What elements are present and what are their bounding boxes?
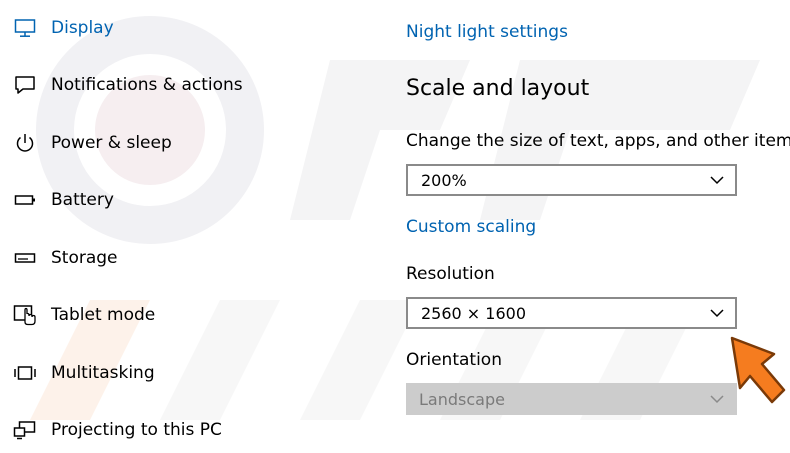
sidebar-item-label: Display xyxy=(51,18,114,38)
tablet-mode-icon xyxy=(12,302,38,328)
monitor-icon xyxy=(12,15,38,41)
battery-icon xyxy=(12,187,38,213)
resolution-label: Resolution xyxy=(406,264,495,284)
settings-window: Display Notifications & actions Power & … xyxy=(0,0,790,453)
scale-value: 200% xyxy=(421,171,467,190)
sidebar-item-display[interactable]: Display xyxy=(0,8,300,48)
orientation-value: Landscape xyxy=(419,390,505,409)
sidebar-item-battery[interactable]: Battery xyxy=(0,180,300,220)
settings-sidebar: Display Notifications & actions Power & … xyxy=(0,0,320,453)
sidebar-item-notifications[interactable]: Notifications & actions xyxy=(0,65,300,105)
chevron-down-icon xyxy=(710,176,724,185)
sidebar-item-storage[interactable]: Storage xyxy=(0,238,300,278)
sidebar-item-multitasking[interactable]: Multitasking xyxy=(0,353,300,393)
resolution-value: 2560 × 1600 xyxy=(421,304,527,323)
orientation-dropdown: Landscape xyxy=(406,383,737,415)
custom-scaling-link[interactable]: Custom scaling xyxy=(406,217,536,237)
sidebar-item-label: Tablet mode xyxy=(51,305,156,325)
orientation-label: Orientation xyxy=(406,350,502,370)
night-light-settings-link[interactable]: Night light settings xyxy=(406,22,568,42)
sidebar-item-tablet-mode[interactable]: Tablet mode xyxy=(0,295,300,335)
section-title: Scale and layout xyxy=(406,76,590,101)
scale-label: Change the size of text, apps, and other… xyxy=(406,131,790,151)
storage-icon xyxy=(12,245,38,271)
sidebar-item-label: Storage xyxy=(51,248,118,268)
resolution-dropdown[interactable]: 2560 × 1600 xyxy=(406,297,737,329)
sidebar-item-label: Power & sleep xyxy=(51,133,172,153)
scale-dropdown[interactable]: 200% xyxy=(406,164,737,196)
notification-icon xyxy=(12,72,38,98)
sidebar-item-power-sleep[interactable]: Power & sleep xyxy=(0,123,300,163)
chevron-down-icon xyxy=(710,309,724,318)
multitasking-icon xyxy=(12,360,38,386)
sidebar-item-label: Notifications & actions xyxy=(51,75,243,95)
pointer-arrow-icon xyxy=(730,336,786,404)
sidebar-item-label: Projecting to this PC xyxy=(51,420,222,440)
sidebar-item-label: Multitasking xyxy=(51,363,155,383)
power-icon xyxy=(12,130,38,156)
projecting-icon xyxy=(12,417,38,443)
sidebar-item-label: Battery xyxy=(51,190,114,210)
sidebar-item-projecting[interactable]: Projecting to this PC xyxy=(0,410,300,450)
